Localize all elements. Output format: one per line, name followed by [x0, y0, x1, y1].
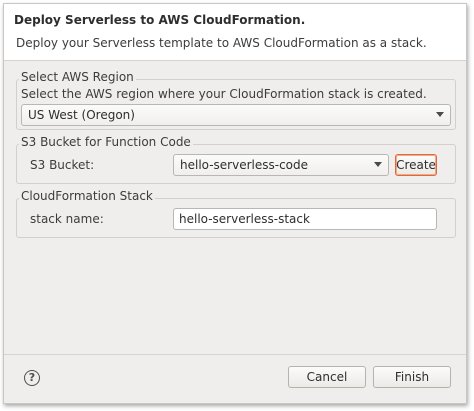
- create-bucket-button[interactable]: Create: [395, 154, 437, 176]
- footer-divider: [4, 354, 466, 355]
- chevron-down-icon: [374, 162, 382, 167]
- dialog-title: Deploy Serverless to AWS CloudFormation.: [14, 13, 306, 27]
- dialog-banner: Deploy Serverless to AWS CloudFormation.…: [4, 4, 466, 61]
- bucket-select-value: hello-serverless-code: [180, 158, 309, 172]
- help-icon[interactable]: ?: [24, 370, 40, 386]
- region-select[interactable]: US West (Oregon): [21, 104, 451, 126]
- region-select-value: US West (Oregon): [28, 108, 135, 122]
- chevron-down-icon: [436, 112, 444, 117]
- stack-group-title: CloudFormation Stack: [19, 189, 155, 203]
- stack-name-label: stack name:: [30, 212, 104, 226]
- deploy-dialog: Deploy Serverless to AWS CloudFormation.…: [3, 3, 467, 404]
- stack-name-input[interactable]: hello-serverless-stack: [173, 208, 437, 230]
- bucket-select[interactable]: hello-serverless-code: [173, 154, 389, 176]
- bucket-group-title: S3 Bucket for Function Code: [19, 135, 193, 149]
- region-hint: Select the AWS region where your CloudFo…: [21, 87, 427, 101]
- cancel-button[interactable]: Cancel: [288, 366, 366, 388]
- bucket-label: S3 Bucket:: [30, 158, 95, 172]
- region-group-title: Select AWS Region: [19, 70, 136, 84]
- dialog-description: Deploy your Serverless template to AWS C…: [16, 36, 427, 50]
- finish-button[interactable]: Finish: [373, 366, 451, 388]
